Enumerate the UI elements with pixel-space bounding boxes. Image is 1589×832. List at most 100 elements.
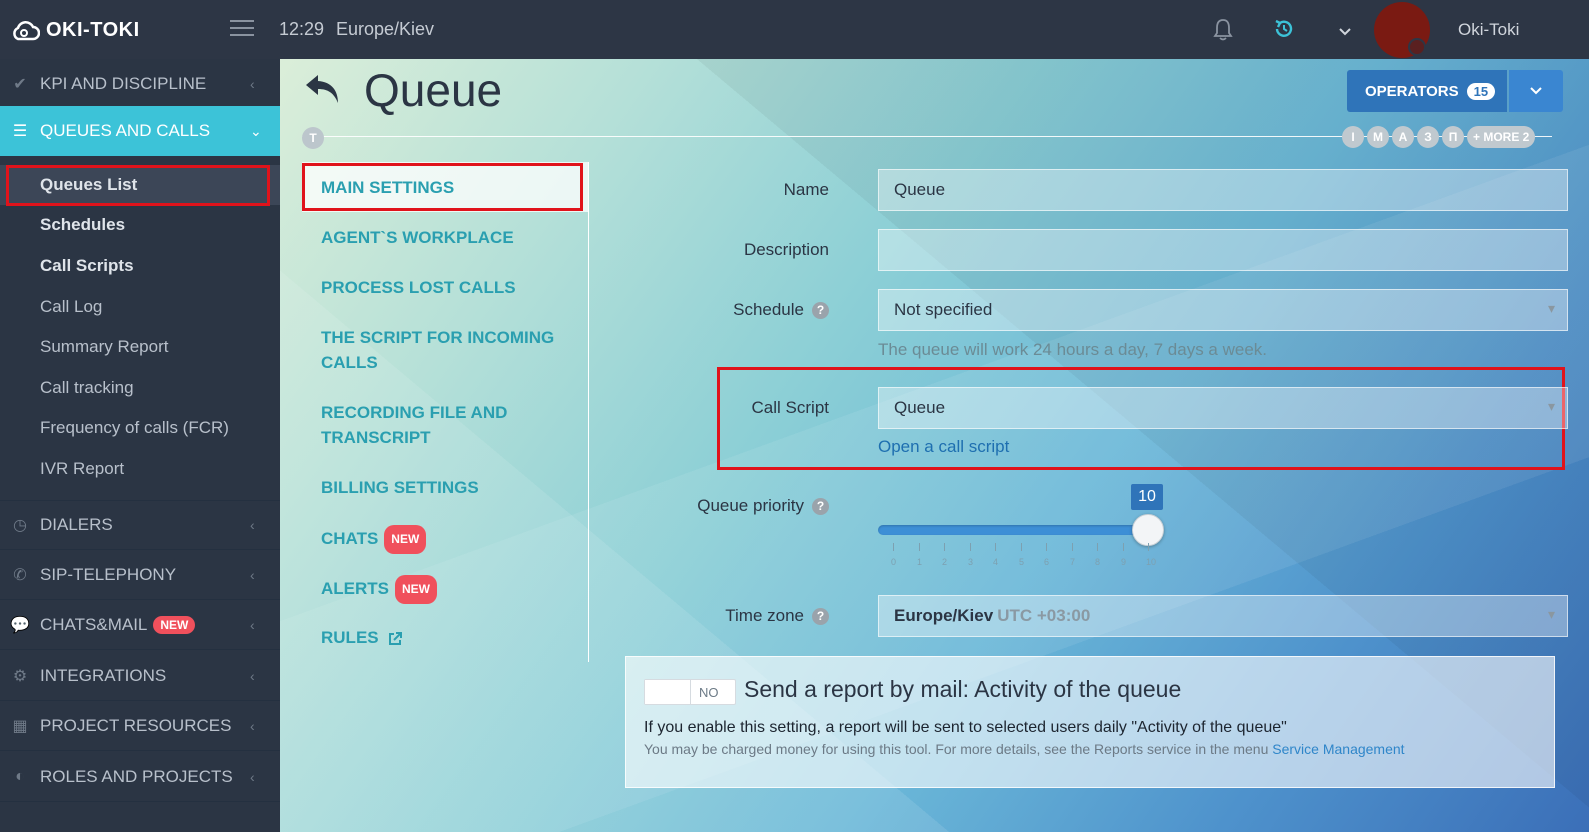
- name-field[interactable]: Queue: [878, 169, 1568, 211]
- sync-status-icon[interactable]: [1273, 18, 1295, 45]
- sidebar-sub-call-tracking[interactable]: Call tracking: [0, 368, 280, 408]
- more-tags-button[interactable]: + MORE 2: [1467, 126, 1536, 148]
- sidebar-item-roles-projects[interactable]: ◐ ROLES AND PROJECTS ‹: [0, 752, 280, 802]
- chevron-down-icon[interactable]: [1338, 24, 1352, 42]
- description-label: Description: [743, 240, 829, 259]
- report-toggle[interactable]: NO: [644, 679, 736, 705]
- slider-tick-label: 6: [1044, 557, 1050, 567]
- logo[interactable]: OKI-TOKI: [10, 16, 140, 44]
- report-settings-panel: NO Send a report by mail: Activity of th…: [625, 656, 1555, 788]
- sidebar-item-dialers[interactable]: ◷ DIALERS ‹: [0, 500, 280, 550]
- tag[interactable]: З: [1417, 126, 1439, 148]
- chevron-left-icon: ‹: [250, 566, 255, 583]
- sidebar-item-queues-and-calls[interactable]: ☰ QUEUES AND CALLS ⌄: [0, 106, 280, 156]
- help-icon[interactable]: ?: [812, 302, 829, 320]
- back-arrow-icon[interactable]: [302, 71, 344, 112]
- tab-agents-workplace[interactable]: AGENT`S WORKPLACE: [321, 225, 581, 250]
- operators-dropdown-button[interactable]: [1509, 70, 1563, 112]
- tab-rules[interactable]: RULES: [321, 625, 581, 650]
- menu-toggle-icon[interactable]: [230, 20, 254, 38]
- schedule-label-wrap: Schedule?: [589, 300, 829, 320]
- priority-label: Queue priority: [697, 496, 804, 515]
- toggle-knob: [645, 680, 691, 704]
- help-icon[interactable]: ?: [812, 498, 829, 516]
- tag[interactable]: П: [1442, 126, 1464, 148]
- sidebar-sub-ivr-report[interactable]: IVR Report: [0, 449, 280, 489]
- slider-tick-mark: [1021, 543, 1022, 551]
- priority-slider-track[interactable]: [878, 525, 1148, 535]
- slider-tick-mark: [970, 543, 971, 551]
- tab-billing-settings[interactable]: BILLING SETTINGS: [321, 475, 581, 500]
- timezone-select[interactable]: Europe/Kiev UTC +03:00: [878, 595, 1568, 637]
- slider-tick-label: 8: [1095, 557, 1101, 567]
- sidebar-sub-schedules[interactable]: Schedules: [0, 205, 280, 245]
- sidebar-sub-call-log[interactable]: Call Log: [0, 287, 280, 327]
- timezone-value: Europe/Kiev: [894, 606, 994, 625]
- sidebar-sub-fcr[interactable]: Frequency of calls (FCR): [0, 408, 280, 448]
- main-content: Queue OPERATORS 15 T I M A З П + MORE 2 …: [280, 59, 1589, 832]
- slider-tick-label: 5: [1019, 557, 1025, 567]
- operators-button[interactable]: OPERATORS 15: [1347, 70, 1507, 112]
- tag[interactable]: A: [1392, 126, 1414, 148]
- tag-t[interactable]: T: [302, 127, 324, 149]
- clock-timezone: Europe/Kiev: [336, 19, 435, 39]
- slider-tick-mark: [944, 543, 945, 551]
- priority-label-wrap: Queue priority?: [589, 496, 829, 516]
- call-script-label: Call Script: [751, 398, 829, 417]
- tab-chats-label: CHATS: [321, 528, 379, 548]
- service-management-link[interactable]: Service Management: [1272, 741, 1404, 757]
- sidebar-item-kpi[interactable]: ✔ KPI AND DISCIPLINE ‹: [0, 59, 280, 109]
- tab-main-settings[interactable]: MAIN SETTINGS: [321, 175, 581, 200]
- tab-alerts[interactable]: ALERTS NEW: [321, 575, 581, 604]
- sidebar-item-sip-telephony[interactable]: ✆ SIP-TELEPHONY ‹: [0, 550, 280, 600]
- sidebar-item-project-resources[interactable]: ▦ PROJECT RESOURCES ‹: [0, 701, 280, 751]
- chevron-left-icon: ‹: [250, 768, 255, 785]
- slider-tick-mark: [995, 543, 996, 551]
- grid-icon: ▦: [12, 717, 28, 735]
- list-icon: ☰: [12, 123, 28, 140]
- call-script-select[interactable]: Queue: [878, 387, 1568, 429]
- tag[interactable]: I: [1342, 126, 1364, 148]
- external-link-icon: [389, 631, 403, 645]
- slider-tick-mark: [1123, 543, 1124, 551]
- tag[interactable]: M: [1367, 126, 1389, 148]
- sidebar-sub-summary-report[interactable]: Summary Report: [0, 327, 280, 367]
- schedule-select[interactable]: Not specified: [878, 289, 1568, 331]
- sidebar-item-label-wrap: CHATS&MAIL NEW: [40, 615, 250, 635]
- bell-icon[interactable]: [1212, 18, 1234, 47]
- sidebar-item-label: KPI AND DISCIPLINE: [40, 73, 207, 93]
- operators-count-badge: 15: [1466, 82, 1496, 100]
- sidebar-sub-queues-list[interactable]: Queues List: [0, 165, 280, 205]
- tab-incoming-script[interactable]: THE SCRIPT FOR INCOMING CALLS: [321, 325, 581, 375]
- sidebar-item-label: DIALERS: [40, 515, 113, 534]
- username[interactable]: Oki-Toki: [1458, 20, 1519, 40]
- sidebar-item-integrations[interactable]: ⚙ INTEGRATIONS ‹: [0, 651, 280, 701]
- slider-tick-mark: [893, 543, 894, 551]
- toggle-state-label: NO: [699, 685, 719, 700]
- new-badge: NEW: [384, 525, 427, 554]
- timezone-utc: UTC +03:00: [997, 606, 1091, 625]
- chevron-left-icon: ‹: [250, 75, 255, 92]
- tab-chats[interactable]: CHATS NEW: [321, 525, 581, 554]
- sidebar-item-chats-mail[interactable]: 💬 CHATS&MAIL NEW ‹: [0, 600, 280, 650]
- slider-tick-label: 7: [1070, 557, 1076, 567]
- priority-slider-handle[interactable]: [1132, 514, 1164, 546]
- timezone-label: Time zone: [725, 606, 804, 625]
- sidebar-sub-call-scripts[interactable]: Call Scripts: [0, 246, 280, 286]
- description-field[interactable]: [878, 229, 1568, 271]
- slider-tick-label: 1: [917, 557, 923, 567]
- help-icon[interactable]: ?: [812, 608, 829, 626]
- chat-icon: 💬: [10, 616, 30, 634]
- tab-recording-transcript[interactable]: RECORDING FILE AND TRANSCRIPT: [321, 400, 581, 450]
- slider-tick-label: 0: [891, 557, 897, 567]
- check-icon: ✔: [13, 75, 27, 93]
- slider-tick-label: 4: [993, 557, 999, 567]
- slider-tick-mark: [1148, 543, 1149, 551]
- gears-icon: ⚙: [12, 667, 28, 685]
- new-badge: NEW: [153, 616, 196, 635]
- tab-process-lost-calls[interactable]: PROCESS LOST CALLS: [321, 275, 581, 300]
- sidebar: ✔ KPI AND DISCIPLINE ‹ ☰ QUEUES AND CALL…: [0, 59, 280, 832]
- schedule-label: Schedule: [733, 300, 804, 319]
- open-call-script-link[interactable]: Open a call script: [878, 437, 1009, 457]
- slider-tick-label: 9: [1121, 557, 1127, 567]
